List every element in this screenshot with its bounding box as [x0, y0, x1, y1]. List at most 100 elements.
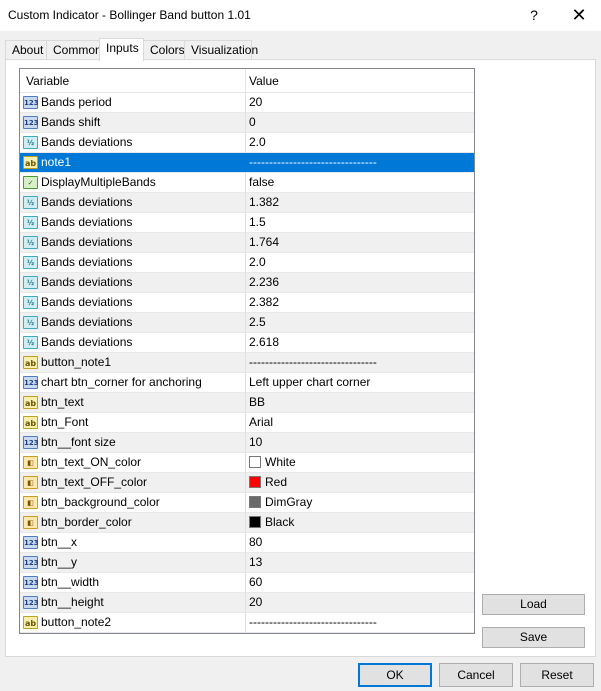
table-row[interactable]: ✓ DisplayMultipleBands false: [20, 173, 474, 193]
value-cell[interactable]: 10: [246, 433, 474, 452]
value-cell[interactable]: Black: [246, 513, 474, 532]
value-cell[interactable]: 0: [246, 113, 474, 132]
load-button[interactable]: Load: [482, 594, 585, 615]
table-row[interactable]: ½ Bands deviations 2.236: [20, 273, 474, 293]
value-text: 2.0: [249, 255, 266, 269]
table-row[interactable]: ½ Bands deviations 1.764: [20, 233, 474, 253]
cancel-button[interactable]: Cancel: [439, 663, 513, 687]
table-row[interactable]: ◧ btn_background_color DimGray: [20, 493, 474, 513]
close-button[interactable]: ✕: [560, 0, 598, 31]
inputs-grid[interactable]: Variable Value 123 Bands period 20 123 Bands…: [19, 68, 475, 634]
tab-common[interactable]: Common: [46, 40, 102, 60]
table-row[interactable]: ab note1 --------------------------------: [20, 153, 474, 173]
table-row[interactable]: ½ Bands deviations 2.382: [20, 293, 474, 313]
variable-cell: button_note2: [20, 613, 245, 632]
value-text: 10: [249, 435, 263, 449]
variable-cell: btn_border_color: [20, 513, 245, 532]
value-cell[interactable]: 60: [246, 573, 474, 592]
value-cell[interactable]: 2.618: [246, 333, 474, 352]
table-row[interactable]: ½ Bands deviations 2.0: [20, 253, 474, 273]
tab-visualization[interactable]: Visualization: [184, 40, 258, 60]
value-text: 1.382: [249, 195, 280, 209]
variable-name: btn__x: [41, 535, 78, 549]
value-cell[interactable]: White: [246, 453, 474, 472]
value-cell[interactable]: 20: [246, 593, 474, 612]
value-cell[interactable]: 80: [246, 533, 474, 552]
table-row[interactable]: ½ Bands deviations 2.0: [20, 133, 474, 153]
variable-name: btn_text_ON_color: [41, 455, 142, 469]
table-row[interactable]: ab btn_text BB: [20, 393, 474, 413]
tab-inputs[interactable]: Inputs: [99, 38, 144, 61]
value-cell[interactable]: 2.0: [246, 253, 474, 272]
help-button[interactable]: ?: [522, 0, 546, 31]
variable-name: Bands deviations: [41, 335, 133, 349]
value-cell[interactable]: 13: [246, 553, 474, 572]
grid-header: Variable Value: [20, 69, 474, 93]
table-row[interactable]: ◧ btn_text_OFF_color Red: [20, 473, 474, 493]
table-row[interactable]: 123 btn__width 60: [20, 573, 474, 593]
table-row[interactable]: 123 btn__x 80: [20, 533, 474, 553]
value-cell[interactable]: --------------------------------: [246, 153, 474, 172]
value-text: --------------------------------: [249, 615, 377, 629]
save-button[interactable]: Save: [482, 627, 585, 648]
value-cell[interactable]: 1.5: [246, 213, 474, 232]
table-row[interactable]: ab button_note2 --------------------------…: [20, 613, 474, 633]
variable-name: btn_border_color: [41, 515, 132, 529]
ok-button[interactable]: OK: [358, 663, 432, 687]
tab-colors[interactable]: Colors: [143, 40, 185, 60]
value-cell[interactable]: false: [246, 173, 474, 192]
value-text: false: [249, 175, 275, 189]
column-header-variable[interactable]: Variable: [20, 69, 245, 93]
table-row[interactable]: ab btn_Font Arial: [20, 413, 474, 433]
variable-name: Bands deviations: [41, 215, 133, 229]
value-cell[interactable]: Red: [246, 473, 474, 492]
table-row[interactable]: ½ Bands deviations 1.5: [20, 213, 474, 233]
table-row[interactable]: ½ Bands deviations 2.618: [20, 333, 474, 353]
value-cell[interactable]: BB: [246, 393, 474, 412]
value-text: White: [265, 455, 296, 469]
tab-about[interactable]: About: [5, 40, 47, 60]
value-cell[interactable]: --------------------------------: [246, 613, 474, 632]
value-cell[interactable]: Left upper chart corner: [246, 373, 474, 392]
variable-name: btn_text: [41, 395, 84, 409]
value-cell[interactable]: 2.5: [246, 313, 474, 332]
color-swatch: [249, 516, 261, 528]
reset-button[interactable]: Reset: [520, 663, 594, 687]
value-cell[interactable]: --------------------------------: [246, 353, 474, 372]
value-cell[interactable]: Arial: [246, 413, 474, 432]
variable-cell: Bands deviations: [20, 273, 245, 292]
value-text: 2.236: [249, 275, 280, 289]
variable-cell: chart btn_corner for anchoring: [20, 373, 245, 392]
table-row[interactable]: ◧ btn_border_color Black: [20, 513, 474, 533]
value-cell[interactable]: 2.0: [246, 133, 474, 152]
table-row[interactable]: 123 btn__height 20: [20, 593, 474, 613]
value-text: --------------------------------: [249, 155, 377, 169]
variable-cell: Bands deviations: [20, 213, 245, 232]
value-cell[interactable]: DimGray: [246, 493, 474, 512]
table-row[interactable]: 123 btn__y 13: [20, 553, 474, 573]
variable-name: btn__y: [41, 555, 78, 569]
table-row[interactable]: 123 btn__font size 10: [20, 433, 474, 453]
table-row[interactable]: ◧ btn_text_ON_color White: [20, 453, 474, 473]
value-text: BB: [249, 395, 266, 409]
table-row[interactable]: ab button_note1 --------------------------…: [20, 353, 474, 373]
value-text: 13: [249, 555, 263, 569]
value-text: 80: [249, 535, 263, 549]
variable-cell: Bands deviations: [20, 253, 245, 272]
column-header-value[interactable]: Value: [246, 69, 474, 93]
value-text: Left upper chart corner: [249, 375, 371, 389]
table-row[interactable]: ½ Bands deviations 1.382: [20, 193, 474, 213]
table-row[interactable]: 123 Bands period 20: [20, 93, 474, 113]
variable-name: btn_background_color: [41, 495, 160, 509]
value-cell[interactable]: 1.382: [246, 193, 474, 212]
value-cell[interactable]: 2.382: [246, 293, 474, 312]
color-swatch: [249, 476, 261, 488]
value-cell[interactable]: 2.236: [246, 273, 474, 292]
value-cell[interactable]: 20: [246, 93, 474, 112]
table-row[interactable]: 123 Bands shift 0: [20, 113, 474, 133]
table-row[interactable]: ½ Bands deviations 2.5: [20, 313, 474, 333]
table-row[interactable]: 123 chart btn_corner for anchoring Left up…: [20, 373, 474, 393]
value-text: Arial: [249, 415, 274, 429]
value-text: 20: [249, 595, 263, 609]
value-cell[interactable]: 1.764: [246, 233, 474, 252]
